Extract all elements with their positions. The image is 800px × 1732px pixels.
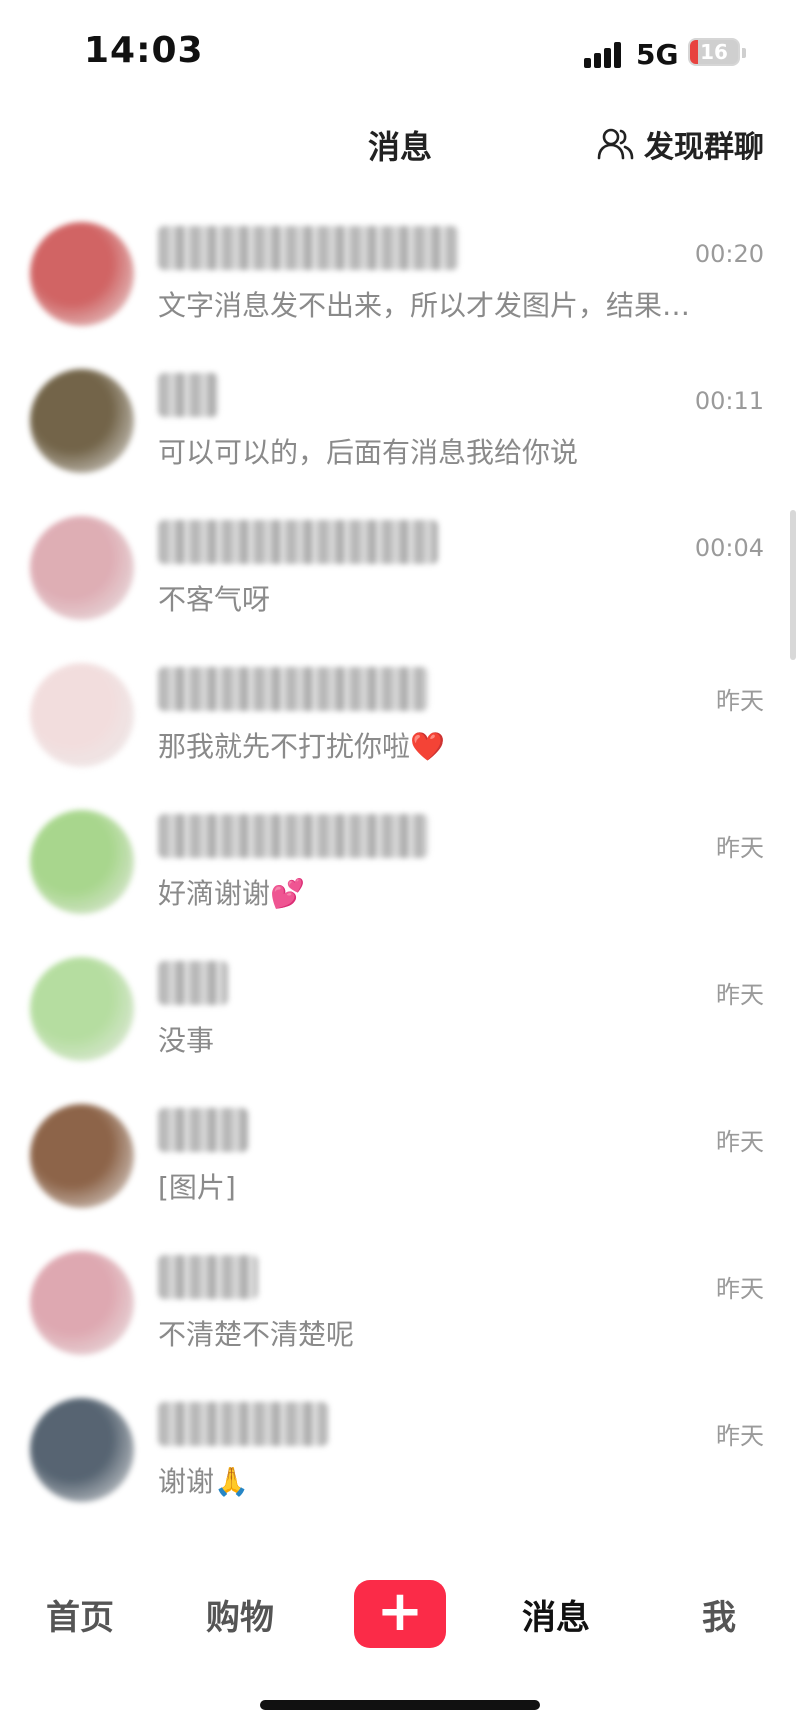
- chat-item[interactable]: 昨天 谢谢🙏: [0, 1376, 800, 1523]
- chat-item[interactable]: 昨天 [图片]: [0, 1082, 800, 1229]
- chat-time: 昨天: [716, 687, 764, 715]
- tab-messages[interactable]: 消息: [522, 1590, 590, 1639]
- chat-time: 昨天: [716, 1275, 764, 1303]
- chat-time: 00:04: [694, 534, 764, 562]
- home-indicator[interactable]: [260, 1700, 540, 1710]
- chat-item[interactable]: 昨天 那我就先不打扰你啦❤️: [0, 641, 800, 788]
- chat-time: 00:20: [694, 240, 764, 268]
- contact-name-redacted: [158, 667, 428, 711]
- battery-cap: [742, 48, 746, 58]
- tab-home[interactable]: 首页: [46, 1590, 114, 1639]
- chat-time: 昨天: [716, 981, 764, 1009]
- avatar: [30, 516, 134, 620]
- header: 消息 发现群聊: [0, 100, 800, 190]
- avatar: [30, 222, 134, 326]
- contact-name-redacted: [158, 226, 458, 270]
- avatar: [30, 957, 134, 1061]
- avatar: [30, 663, 134, 767]
- chat-time: 昨天: [716, 1128, 764, 1156]
- battery-level: 16: [700, 40, 728, 64]
- avatar: [30, 810, 134, 914]
- chat-item[interactable]: 昨天 好滴谢谢💕: [0, 788, 800, 935]
- contact-name-redacted: [158, 1108, 248, 1152]
- discover-group-chat-button[interactable]: 发现群聊: [596, 122, 764, 166]
- messages-screen: 14:03 5G 16 消息 发现群聊 00:20 文字消息发不出来，所以才发图…: [0, 0, 800, 1732]
- chat-time: 昨天: [716, 834, 764, 862]
- contact-name-redacted: [158, 1402, 328, 1446]
- chat-preview: 谢谢🙏: [158, 1465, 249, 1498]
- bottom-tab-bar: 首页 购物 + 消息 我: [0, 1568, 800, 1668]
- contact-name-redacted: [158, 373, 218, 417]
- chat-item[interactable]: 昨天 不清楚不清楚呢: [0, 1229, 800, 1376]
- chat-item[interactable]: 00:04 不客气呀: [0, 494, 800, 641]
- scroll-indicator[interactable]: [790, 510, 796, 660]
- add-post-button[interactable]: +: [354, 1580, 446, 1648]
- plus-icon: +: [376, 1579, 424, 1644]
- status-time: 14:03: [84, 30, 204, 71]
- chat-preview: 可以可以的，后面有消息我给你说: [158, 436, 579, 469]
- chat-preview: 文字消息发不出来，所以才发图片，结果…: [158, 289, 691, 322]
- chat-item[interactable]: 昨天 没事: [0, 935, 800, 1082]
- battery-icon: 16: [688, 38, 740, 66]
- contact-name-redacted: [158, 961, 228, 1005]
- chat-list: 00:20 文字消息发不出来，所以才发图片，结果… 00:11 可以可以的，后面…: [0, 200, 800, 1523]
- chat-preview: 好滴谢谢💕: [158, 877, 305, 910]
- users-icon: [597, 128, 634, 160]
- contact-name-redacted: [158, 520, 438, 564]
- chat-time: 00:11: [694, 387, 764, 415]
- avatar: [30, 369, 134, 473]
- chat-preview: 没事: [158, 1024, 215, 1057]
- avatar: [30, 1398, 134, 1502]
- signal-icon: [584, 40, 628, 68]
- network-label: 5G: [636, 38, 679, 71]
- tab-me[interactable]: 我: [702, 1590, 736, 1639]
- chat-preview: 不清楚不清楚呢: [158, 1318, 355, 1351]
- chat-preview: 那我就先不打扰你啦❤️: [158, 730, 445, 763]
- chat-time: 昨天: [716, 1422, 764, 1450]
- avatar: [30, 1251, 134, 1355]
- tab-shop[interactable]: 购物: [206, 1590, 274, 1639]
- contact-name-redacted: [158, 1255, 258, 1299]
- avatar: [30, 1104, 134, 1208]
- chat-preview: [图片]: [158, 1171, 236, 1204]
- chat-item[interactable]: 00:20 文字消息发不出来，所以才发图片，结果…: [0, 200, 800, 347]
- contact-name-redacted: [158, 814, 428, 858]
- status-bar: 14:03 5G 16: [0, 0, 800, 100]
- chat-item[interactable]: 00:11 可以可以的，后面有消息我给你说: [0, 347, 800, 494]
- chat-preview: 不客气呀: [158, 583, 271, 616]
- discover-label: 发现群聊: [644, 130, 764, 165]
